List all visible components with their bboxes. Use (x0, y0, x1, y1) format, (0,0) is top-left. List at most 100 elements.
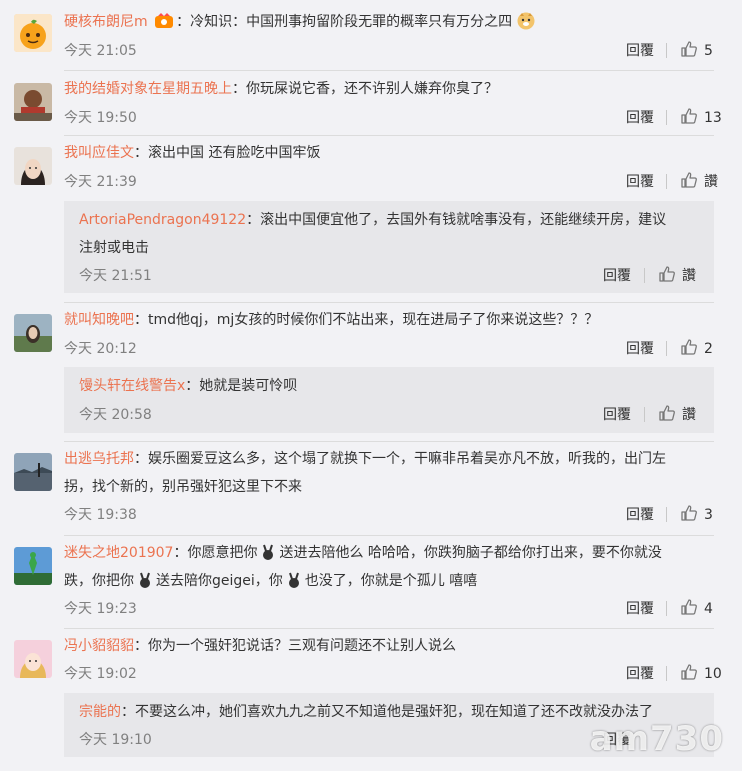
like-count: 13 (704, 110, 722, 126)
separator (64, 302, 714, 303)
username-link[interactable]: 冯小貂貂貂 (64, 638, 134, 654)
thumbs-up-icon (681, 664, 697, 680)
comment-text: 就叫知晚吧：tmd他qj，mj女孩的时候你们不站出来，现在进局子了你来说这些？？… (64, 312, 599, 328)
comment-text-line2: 拐，找个新的，别吊强奸犯这里下不来 (64, 479, 302, 495)
reply-text-line2: 注射或电击 (79, 240, 149, 256)
comment-text: 迷失之地201907：你愿意把你 送进去陪他么 哈哈哈，你跌狗脑子都给你打出来，要… (64, 543, 662, 561)
thumbs-up-icon (681, 599, 697, 615)
separator (64, 628, 714, 629)
doge-emoji-icon (517, 12, 535, 30)
username-link[interactable]: 出逃乌托邦 (64, 451, 134, 467)
comment-text-line2: 跌，你把你 送去陪你geigei，你 也没了，你就是个孤儿 嘻嘻 (64, 571, 478, 589)
divider (666, 601, 667, 616)
reply-box: 馒头轩在线警告x：她就是装可怜呗 今天 20:58 回覆 讚 (64, 367, 714, 433)
username-link[interactable]: 硬核布朗尼m (64, 14, 148, 30)
comment-meta: 今天 20:12 回覆 2 (64, 338, 742, 360)
thumbs-up-icon (681, 172, 697, 188)
thumbs-up-icon (681, 339, 697, 355)
separator (64, 441, 714, 442)
reply-button[interactable]: 回覆 (626, 107, 654, 127)
comment-meta: 今天 21:05 回覆 5 (64, 40, 742, 62)
timestamp: 今天 19:50 (64, 110, 137, 126)
like-count: 10 (704, 666, 722, 682)
timestamp: 今天 19:10 (79, 732, 152, 748)
like-button[interactable]: 2 (680, 338, 713, 357)
comment-text: 我叫应佳文：滚出中国 还有脸吃中国牢饭 (64, 145, 321, 161)
comment-text: 出逃乌托邦：娱乐圈爱豆这么多，这个塌了就换下一个，干嘛非吊着吴亦凡不放，听我的，… (64, 451, 666, 467)
reply-text: ArtoriaPendragon49122：滚出中国便宜他了，去国外有钱就啥事没… (79, 212, 667, 228)
separator (64, 135, 714, 136)
like-button[interactable]: 4 (680, 598, 713, 617)
username-link[interactable]: 馒头轩在线警告x (79, 378, 185, 394)
avatar[interactable] (14, 453, 52, 491)
reply-button[interactable]: 回覆 (626, 40, 654, 60)
separator (64, 535, 714, 536)
reply-button[interactable]: 回覆 (603, 404, 631, 424)
vip-badge-icon (154, 11, 174, 28)
like-button[interactable]: 10 (680, 663, 722, 682)
watermark-logo: am730 (589, 719, 724, 759)
separator (64, 70, 714, 71)
reply-text: 馒头轩在线警告x：她就是装可怜呗 (79, 378, 298, 394)
timestamp: 今天 21:05 (64, 43, 137, 59)
reply-meta: 今天 20:58 回覆 讚 (79, 404, 714, 426)
like-button[interactable]: 13 (680, 107, 722, 126)
divider (666, 507, 667, 522)
timestamp: 今天 20:12 (64, 341, 137, 357)
divider (666, 666, 667, 681)
divider (666, 341, 667, 356)
thumbs-up-icon (681, 505, 697, 521)
timestamp: 今天 20:58 (79, 407, 152, 423)
username-link[interactable]: ArtoriaPendragon49122 (79, 212, 246, 228)
username-link[interactable]: 我的结婚对象在星期五晚上 (64, 81, 232, 97)
thumbs-up-icon (681, 108, 697, 124)
timestamp: 今天 21:39 (64, 174, 137, 190)
like-count: 4 (704, 601, 713, 617)
divider (666, 174, 667, 189)
reply-button[interactable]: 回覆 (626, 504, 654, 524)
comment-meta: 今天 21:39 回覆 讚 (64, 171, 742, 193)
like-button[interactable]: 讚 (658, 404, 696, 424)
reply-button[interactable]: 回覆 (626, 171, 654, 191)
avatar[interactable] (14, 314, 52, 352)
like-count: 5 (704, 43, 713, 59)
timestamp: 今天 21:51 (79, 268, 152, 284)
divider (666, 110, 667, 125)
like-count: 3 (704, 507, 713, 523)
like-button[interactable]: 3 (680, 504, 713, 523)
avatar[interactable] (14, 147, 52, 185)
thumbs-up-icon (681, 41, 697, 57)
thumbs-up-icon (659, 266, 675, 282)
comment-meta: 今天 19:23 回覆 4 (64, 598, 742, 620)
username-link[interactable]: 就叫知晚吧 (64, 312, 134, 328)
comment-text: 我的结婚对象在星期五晚上：你玩屎说它香，还不许别人嫌弃你臭了？ (64, 81, 498, 97)
comment-text: 硬核布朗尼m ：冷知识：中国刑事拘留阶段无罪的概率只有万分之四 (64, 8, 722, 36)
username-link[interactable]: 我叫应佳文 (64, 145, 134, 161)
reply-meta: 今天 21:51 回覆 讚 (79, 265, 714, 287)
rabbit-emoji-icon (261, 543, 275, 561)
like-label: 讚 (682, 268, 696, 284)
timestamp: 今天 19:02 (64, 666, 137, 682)
timestamp: 今天 19:38 (64, 507, 137, 523)
like-button[interactable]: 5 (680, 40, 713, 59)
reply-button[interactable]: 回覆 (626, 338, 654, 358)
timestamp: 今天 19:23 (64, 601, 137, 617)
like-button[interactable]: 讚 (680, 171, 718, 191)
comment-text: 冯小貂貂貂：你为一个强奸犯说话？三观有问题还不让别人说么 (64, 638, 456, 654)
rabbit-emoji-icon (287, 571, 301, 589)
reply-button[interactable]: 回覆 (603, 265, 631, 285)
username-link[interactable]: 迷失之地201907 (64, 545, 173, 561)
avatar[interactable] (14, 14, 52, 52)
like-button[interactable]: 讚 (658, 265, 696, 285)
thumbs-up-icon (659, 405, 675, 421)
avatar[interactable] (14, 640, 52, 678)
avatar[interactable] (14, 83, 52, 121)
username-link[interactable]: 宗能的 (79, 704, 121, 720)
reply-button[interactable]: 回覆 (626, 598, 654, 618)
reply-box: ArtoriaPendragon49122：滚出中国便宜他了，去国外有钱就啥事没… (64, 201, 714, 293)
avatar[interactable] (14, 547, 52, 585)
rabbit-emoji-icon (138, 571, 152, 589)
like-label: 讚 (682, 407, 696, 423)
comment-meta: 今天 19:38 回覆 3 (64, 504, 742, 526)
reply-button[interactable]: 回覆 (626, 663, 654, 683)
